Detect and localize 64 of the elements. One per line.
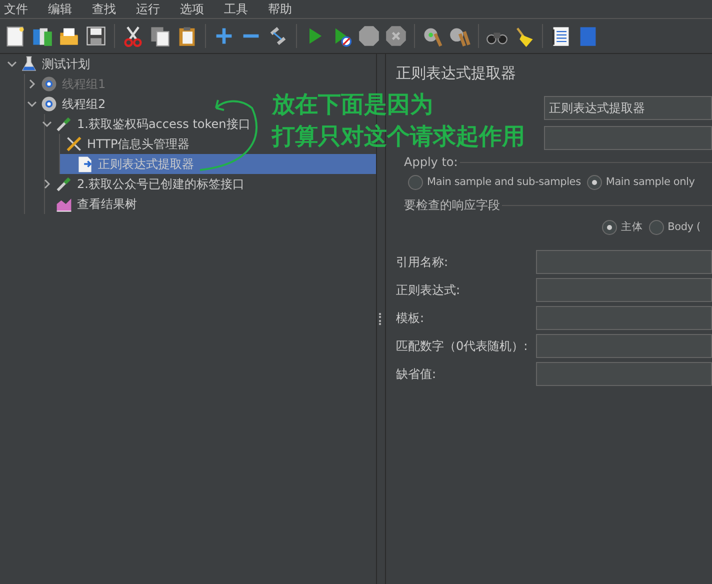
input-field[interactable] bbox=[536, 306, 712, 330]
shutdown-icon[interactable] bbox=[385, 25, 407, 47]
group-title: 要检查的响应字段 bbox=[403, 197, 501, 214]
field-label: 引用名称: bbox=[396, 254, 450, 270]
tree-item[interactable]: 线程组2 bbox=[24, 94, 110, 114]
wrench-screwdriver-icon bbox=[65, 135, 83, 153]
radio-option[interactable]: Body ( bbox=[648, 220, 700, 234]
chevron-down-icon[interactable] bbox=[7, 59, 17, 69]
tree-item[interactable]: 2.获取公众号已创建的标签接口 bbox=[39, 174, 248, 194]
field-label: 模板: bbox=[396, 310, 426, 326]
name-field[interactable]: 正则表达式提取器 bbox=[544, 96, 712, 120]
tree-item[interactable]: 1.获取鉴权码access token接口 bbox=[39, 114, 254, 134]
document-arrow-icon bbox=[76, 155, 94, 173]
radio-icon[interactable] bbox=[408, 174, 423, 190]
menu-item[interactable]: 工具 bbox=[224, 0, 248, 18]
pipette-icon bbox=[55, 175, 73, 193]
field-label: 匹配数字（0代表随机）: bbox=[396, 338, 529, 354]
panel-title: 正则表达式提取器 bbox=[396, 64, 517, 83]
input-field[interactable] bbox=[536, 334, 712, 358]
chevron-down-icon[interactable] bbox=[42, 119, 52, 129]
tree-label: 正则表达式提取器 bbox=[98, 156, 194, 172]
field-label: 正则表达式: bbox=[396, 282, 462, 298]
comment-field[interactable] bbox=[544, 126, 712, 150]
input-field[interactable] bbox=[536, 362, 712, 386]
gear-icon bbox=[40, 95, 58, 113]
menu-item[interactable]: 文件 bbox=[4, 0, 28, 18]
menu-item[interactable]: 帮助 bbox=[268, 0, 292, 18]
tree-item[interactable]: 测试计划 bbox=[4, 54, 94, 74]
tree-label: 2.获取公众号已创建的标签接口 bbox=[77, 176, 244, 192]
splitter-grip[interactable] bbox=[379, 313, 383, 325]
chevron-down-icon[interactable] bbox=[27, 99, 37, 109]
copy-icon[interactable] bbox=[149, 25, 171, 47]
tree-label: 线程组2 bbox=[62, 96, 106, 112]
menu-item[interactable]: 选项 bbox=[180, 0, 204, 18]
radio-icon[interactable] bbox=[602, 220, 617, 234]
cut-icon[interactable] bbox=[122, 25, 144, 47]
tree-label: 线程组1 bbox=[62, 76, 106, 92]
new-file-icon[interactable] bbox=[4, 25, 26, 47]
radio-option[interactable]: Main sample only bbox=[586, 174, 695, 190]
radio-option[interactable]: 主体 bbox=[602, 220, 643, 234]
tree-item[interactable]: 查看结果树 bbox=[39, 194, 141, 214]
input-field[interactable] bbox=[536, 278, 712, 302]
chevron-right-icon[interactable] bbox=[42, 179, 52, 189]
stop-icon[interactable] bbox=[358, 25, 380, 47]
annotation-text: 打算只对这个请求起作用 bbox=[272, 123, 525, 152]
tree-item[interactable]: HTTP信息头管理器 bbox=[49, 134, 194, 154]
group-title: Apply to: bbox=[403, 155, 459, 169]
radio-option[interactable]: Main sample and sub-samples bbox=[408, 174, 581, 190]
tree-label: HTTP信息头管理器 bbox=[87, 136, 190, 152]
pipette-icon bbox=[55, 115, 73, 133]
input-field[interactable] bbox=[536, 250, 712, 274]
flask-icon bbox=[20, 55, 38, 73]
menu-item[interactable]: 查找 bbox=[92, 0, 116, 18]
menu-item[interactable]: 运行 bbox=[136, 0, 160, 18]
tree-label: 查看结果树 bbox=[77, 196, 137, 212]
tree-label: 1.获取鉴权码access token接口 bbox=[77, 116, 250, 132]
menu-item[interactable]: 编辑 bbox=[48, 0, 72, 18]
save-icon[interactable] bbox=[85, 25, 107, 47]
annotation-text: 放在下面是因为 bbox=[272, 91, 434, 120]
field-label: 缺省值: bbox=[396, 366, 438, 382]
radio-icon[interactable] bbox=[648, 220, 664, 234]
gear-icon bbox=[40, 75, 58, 93]
radio-icon[interactable] bbox=[586, 174, 602, 190]
tree-label: 测试计划 bbox=[42, 56, 90, 72]
